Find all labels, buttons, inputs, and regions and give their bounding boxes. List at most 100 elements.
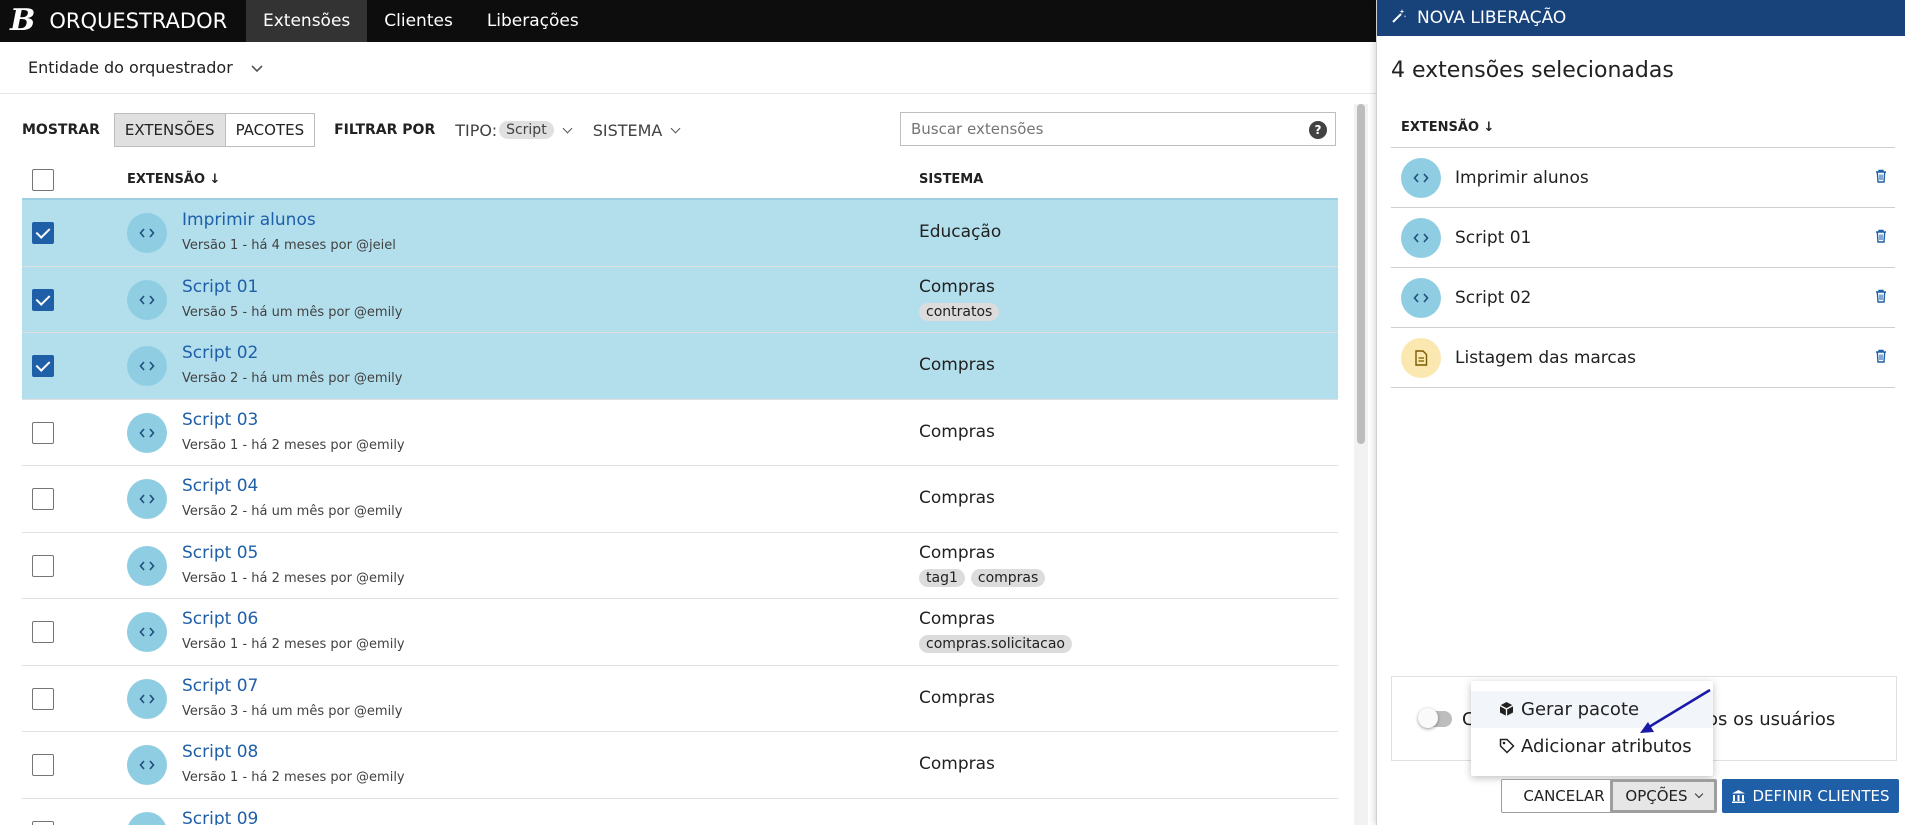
table-row[interactable]: Script 05 Versão 1 - há 2 meses por @emil… [22,533,1338,599]
row-checkbox[interactable] [32,687,54,710]
system-value: Compras [919,542,995,563]
chevron-down-icon [562,123,573,133]
nav-extensoes[interactable]: Extensões [246,0,368,42]
top-navbar: B ORQUESTRADOR Extensões Clientes Libera… [0,0,1376,42]
show-extensions-button[interactable]: EXTENSÕES [114,114,226,146]
panel-header-title: NOVA LIBERAÇÃO [1417,8,1567,28]
selected-item-name: Imprimir alunos [1455,167,1589,188]
row-checkbox[interactable] [32,355,54,377]
trash-icon[interactable] [1875,228,1887,247]
tag-list: tag1 compras [919,568,1046,587]
show-label: MOSTRAR [22,122,100,138]
all-users-toggle[interactable] [1418,708,1452,728]
table-row[interactable]: Script 04 Versão 2 - há um mês por @emily… [22,466,1338,533]
selected-list-item: Imprimir alunos [1391,148,1895,208]
table-row[interactable]: Script 02 Versão 2 - há um mês por @emily… [22,333,1338,400]
table-row[interactable]: Script 07 Versão 3 - há um mês por @emily… [22,666,1338,732]
tag-list: compras.solicitacao [919,635,1073,653]
extension-name-link[interactable]: Script 09 [182,809,258,825]
entity-selector[interactable]: Entidade do orquestrador [0,42,1376,94]
code-icon [127,545,167,586]
selected-item-name: Listagem das marcas [1455,347,1637,368]
column-header-system[interactable]: SISTEMA [919,172,983,187]
row-checkbox[interactable] [32,222,54,244]
package-icon [1499,701,1514,722]
table-row[interactable]: Script 03 Versão 1 - há 2 meses por @emil… [22,400,1338,466]
extension-meta: Versão 1 - há 4 meses por @jeiel [182,238,396,253]
table-row[interactable]: Script 08 Versão 1 - há 2 meses por @emil… [22,732,1338,799]
row-checkbox[interactable] [32,820,54,825]
row-checkbox[interactable] [32,754,54,776]
extension-meta: Versão 1 - há 2 meses por @emily [182,637,405,652]
row-checkbox[interactable] [32,621,54,643]
trash-icon[interactable] [1875,168,1887,187]
table-row[interactable]: Script 06 Versão 1 - há 2 meses por @emil… [22,599,1338,666]
selected-list-header[interactable]: EXTENSÃO ↓ [1391,108,1895,148]
table-header: EXTENSÃO ↓ SISTEMA [22,160,1338,200]
select-all-checkbox[interactable] [32,169,54,191]
extension-meta: Versão 1 - há 2 meses por @emily [182,770,405,785]
tag-icon [1499,738,1515,759]
extension-meta: Versão 1 - há 2 meses por @emily [182,570,405,586]
extension-name-link[interactable]: Script 04 [182,476,258,496]
entity-label: Entidade do orquestrador [28,58,233,77]
type-filter[interactable]: TIPO: Script [455,121,573,140]
row-checkbox[interactable] [32,554,54,577]
define-clients-button[interactable]: DEFINIR CLIENTES [1722,779,1899,813]
row-checkbox[interactable] [32,288,54,311]
extension-name-link[interactable]: Imprimir alunos [182,210,316,230]
code-icon [127,412,167,453]
search-box: ? [900,112,1336,146]
tag-chip: compras.solicitacao [919,635,1073,653]
extension-name-link[interactable]: Script 06 [182,609,258,629]
nav-clientes[interactable]: Clientes [367,0,470,42]
extension-name-link[interactable]: Script 05 [182,543,258,563]
extension-meta: Versão 5 - há um mês por @emily [182,304,403,320]
table-row[interactable]: Script 09 [22,799,1338,825]
system-value: Compras [919,355,995,375]
tag-chip: compras [970,568,1046,587]
define-clients-label: DEFINIR CLIENTES [1752,787,1890,805]
code-icon [127,479,167,519]
chevron-down-icon [670,123,681,133]
selected-list-item: Listagem das marcas [1391,328,1895,388]
code-icon [1401,217,1441,258]
table-row[interactable]: Imprimir alunos Versão 1 - há 4 meses por… [22,200,1338,267]
search-input[interactable] [911,120,1291,138]
extension-name-link[interactable]: Script 08 [182,742,258,762]
extensions-table: EXTENSÃO ↓ SISTEMA Imprimir alunos Versão… [22,160,1338,825]
extension-name-link[interactable]: Script 03 [182,410,258,430]
brand-name: ORQUESTRADOR [49,9,228,33]
extension-name-link[interactable]: Script 02 [182,343,258,363]
selected-item-name: Script 01 [1455,227,1532,248]
bank-icon [1732,789,1746,803]
table-row[interactable]: Script 01 Versão 5 - há um mês por @emily… [22,266,1338,333]
options-button-label: OPÇÕES [1625,787,1688,805]
system-filter[interactable]: SISTEMA [593,121,681,140]
extension-meta: Versão 1 - há 2 meses por @emily [182,437,405,453]
extension-name-link[interactable]: Script 07 [182,676,258,696]
trash-icon[interactable] [1875,348,1887,367]
selected-list-item: Script 01 [1391,208,1895,268]
trash-icon[interactable] [1875,288,1887,307]
annotation-arrow-icon [1640,688,1711,733]
extension-name-link[interactable]: Script 01 [182,277,258,297]
filter-by-label: FILTRAR POR [334,122,436,138]
row-checkbox[interactable] [32,488,54,510]
brand[interactable]: B ORQUESTRADOR [0,0,246,42]
type-filter-chip: Script [499,121,554,139]
row-checkbox[interactable] [32,421,54,444]
scrollbar-thumb[interactable] [1357,104,1365,444]
code-icon [127,346,167,386]
options-button[interactable]: OPÇÕES [1610,779,1717,813]
selected-list-item: Script 02 [1391,268,1895,328]
system-value: Compras [919,687,995,708]
extension-meta: Versão 2 - há um mês por @emily [182,504,403,519]
help-icon[interactable]: ? [1309,121,1327,139]
system-value: Compras [919,754,995,774]
nav-liberacoes[interactable]: Liberações [470,0,596,42]
cancel-button[interactable]: CANCELAR [1501,779,1627,813]
column-header-extension[interactable]: EXTENSÃO ↓ [127,172,220,187]
show-packages-button[interactable]: PACOTES [226,114,315,146]
code-icon [127,811,167,825]
